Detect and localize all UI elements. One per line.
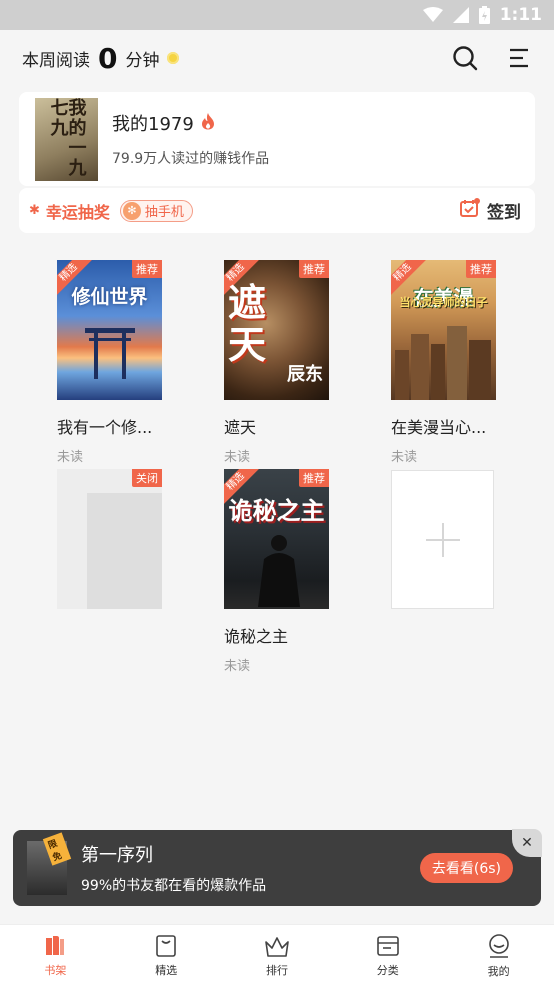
book-title: 我有一个修... (57, 418, 153, 437)
book-title: 诡秘之主 (224, 627, 289, 646)
weekly-reading: 本周阅读 0 分钟 (22, 41, 180, 75)
recommend-tag: 推荐 (466, 260, 496, 278)
promo-book-cover: 限免 (27, 832, 72, 895)
figure-silhouette-icon (258, 535, 300, 607)
category-icon (376, 935, 399, 956)
header: 本周阅读 0 分钟 (0, 30, 554, 86)
signal-icon (452, 7, 469, 23)
nav-ranking[interactable]: 排行 (222, 925, 333, 986)
promo-subtitle: 99%的书友都在看的爆款作品 (81, 878, 267, 894)
reading-suffix: 分钟 (125, 50, 160, 71)
nav-label: 精选 (155, 963, 178, 977)
crown-icon (265, 936, 289, 957)
nav-bookshelf[interactable]: 书架 (0, 925, 111, 986)
lottery-pill-text: 抽手机 (144, 205, 184, 220)
featured-book-subtitle: 79.9万人读过的赚钱作品 (112, 151, 270, 167)
book-cover[interactable]: 精选 推荐 诡秘之主 (224, 469, 329, 609)
book-cover[interactable]: 精选 推荐 遮天 辰东 (224, 260, 329, 400)
featured-book-title: 我的1979 (112, 114, 194, 135)
battery-icon (478, 6, 490, 24)
close-icon[interactable]: ✕ (512, 829, 542, 857)
reading-prefix: 本周阅读 (22, 50, 90, 71)
plus-icon (425, 522, 460, 557)
bottom-nav: 书架 精选 排行 分类 我的 (0, 924, 554, 986)
nav-profile[interactable]: 我的 (443, 925, 554, 986)
book-read-status: 未读 (391, 450, 418, 465)
book-cover-author: 辰东 (287, 364, 323, 385)
recommend-tag: 推荐 (299, 260, 329, 278)
bookshelf-icon (46, 935, 65, 955)
recommend-tag: 推荐 (299, 469, 329, 487)
recommend-tag: 推荐 (132, 260, 162, 278)
coin-icon (167, 52, 180, 64)
flame-icon (200, 112, 216, 135)
menu-icon[interactable] (506, 45, 532, 71)
sign-in-button[interactable]: 签到 (459, 198, 521, 223)
featured-icon (156, 934, 176, 957)
book-item[interactable]: 精选 推荐 修仙世界 我有一个修... 未读 (57, 260, 197, 465)
add-book-button[interactable] (391, 470, 494, 609)
ad-placeholder-item[interactable]: 关闭 (57, 469, 197, 609)
book-title: 遮天 (224, 418, 257, 437)
status-time: 1:11 (499, 5, 542, 25)
book-cover-title: 遮天 (227, 280, 266, 367)
lottery-bar: ✱ 幸运抽奖 ✻ 抽手机 签到 (19, 188, 535, 233)
promo-title: 第一序列 (81, 845, 153, 866)
torii-gate-icon (85, 328, 135, 379)
nav-featured[interactable]: 精选 (111, 925, 222, 986)
featured-cover-text: 我的一九七九 (47, 97, 87, 178)
status-bar: 1:11 (0, 0, 554, 30)
calendar-icon (459, 198, 481, 223)
wheel-icon: ✻ (122, 201, 141, 220)
nav-label: 我的 (487, 964, 510, 978)
book-cover[interactable]: 精选 推荐 在美漫 当心灵导师的日子 (391, 260, 496, 400)
nav-label: 书架 (44, 963, 67, 977)
book-cover[interactable]: 精选 推荐 修仙世界 (57, 260, 162, 400)
featured-book-cover: 我的一九七九 (35, 97, 98, 181)
lottery-label[interactable]: 幸运抽奖 (46, 199, 110, 223)
free-tag: 限免 (42, 832, 72, 866)
book-item[interactable]: 精选 推荐 在美漫 当心灵导师的日子 在美漫当心... 未读 (391, 260, 531, 465)
search-icon[interactable] (452, 45, 478, 71)
nav-category[interactable]: 分类 (332, 925, 443, 986)
book-title: 在美漫当心... (391, 418, 487, 437)
star-icon: ✱ (29, 203, 40, 218)
book-cover-title: 诡秘之主 (228, 496, 325, 525)
lottery-pill[interactable]: ✻ 抽手机 (119, 199, 193, 222)
sign-in-label: 签到 (487, 203, 521, 223)
city-skyline-icon (395, 326, 491, 400)
book-read-status: 未读 (224, 659, 251, 674)
book-cover-title: 修仙世界 (71, 286, 148, 308)
book-item[interactable]: 精选 推荐 遮天 辰东 遮天 未读 (224, 260, 364, 465)
featured-book-card[interactable]: 我的一九七九 我的1979 79.9万人读过的赚钱作品 (19, 92, 535, 186)
nav-label: 排行 (265, 963, 288, 977)
go-see-button[interactable]: 去看看(6s) (419, 853, 513, 883)
wifi-icon (422, 7, 443, 23)
nav-label: 分类 (376, 963, 399, 977)
promo-banner[interactable]: 限免 第一序列 99%的书友都在看的爆款作品 去看看(6s) ✕ (13, 829, 542, 906)
book-read-status: 未读 (224, 450, 251, 465)
book-cover-subtitle: 当心灵导师的日子 (399, 296, 488, 309)
book-item[interactable]: 精选 推荐 诡秘之主 诡秘之主 未读 (224, 469, 364, 674)
reading-minutes: 0 (98, 41, 118, 75)
ad-placeholder-cover[interactable]: 关闭 (57, 469, 162, 609)
book-read-status: 未读 (57, 450, 84, 465)
profile-icon (488, 933, 509, 958)
close-tag[interactable]: 关闭 (132, 469, 162, 487)
